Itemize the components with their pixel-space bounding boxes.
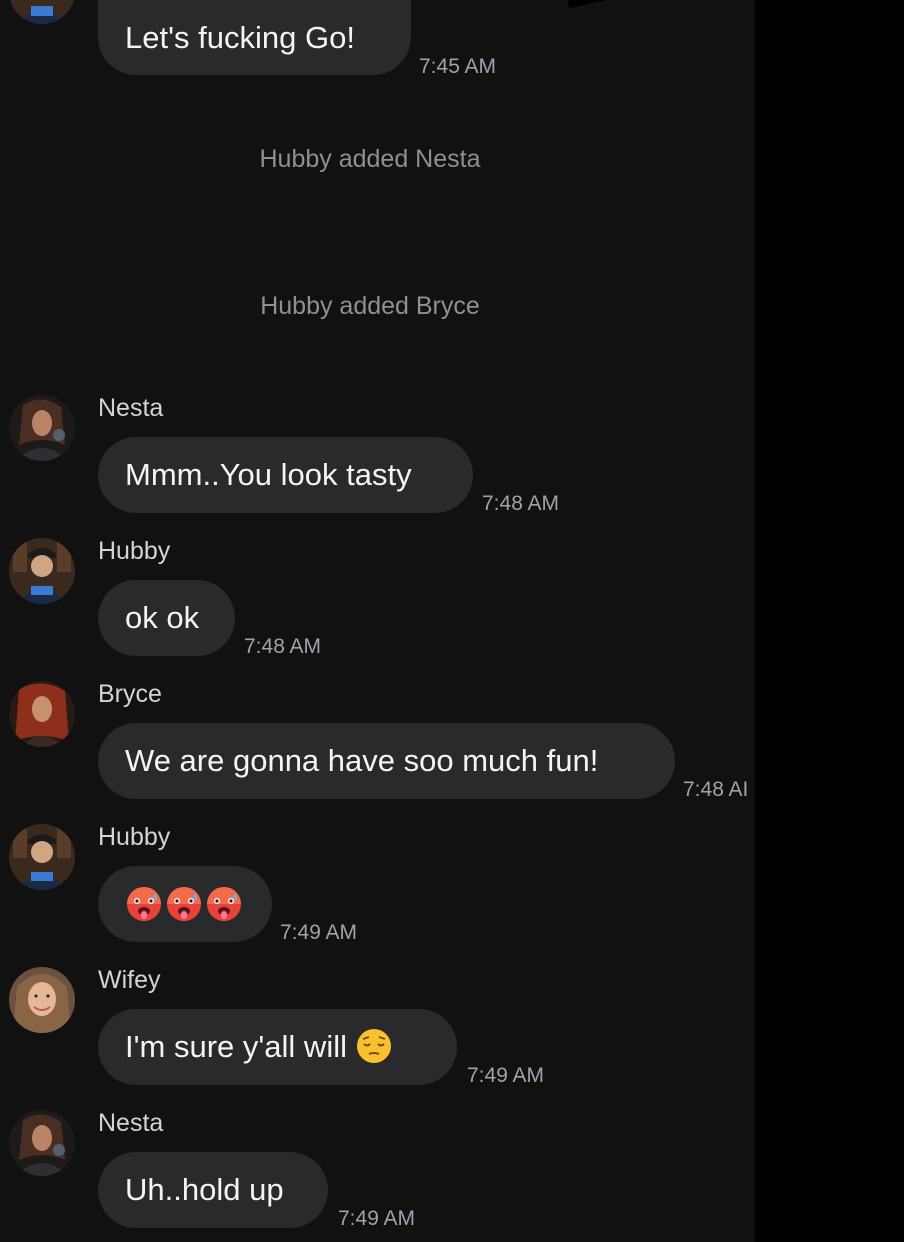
avatar-hubby[interactable] — [9, 824, 75, 890]
message-bubble[interactable]: I'm sure y'all will — [98, 1009, 457, 1085]
avatar-wifey[interactable] — [9, 967, 75, 1033]
avatar-hubby[interactable] — [9, 0, 75, 24]
message-time: 7:48 AI — [683, 778, 749, 801]
message-text: I'm sure y'all will — [125, 1029, 347, 1064]
hot-face-emoji — [125, 885, 163, 923]
message-bubble[interactable]: Let's fucking Go! — [98, 0, 411, 75]
sender-name: Hubby — [98, 823, 171, 851]
pensive-face-emoji — [355, 1027, 393, 1065]
system-notice: Hubby added Bryce — [260, 292, 480, 320]
message-time: 7:45 AM — [419, 55, 497, 78]
sender-name: Nesta — [98, 1109, 164, 1137]
message-bubble[interactable]: Uh..hold up — [98, 1152, 328, 1228]
message-bubble[interactable] — [98, 866, 272, 942]
message-time: 7:49 AM — [338, 1207, 416, 1230]
corner-artifact — [567, 0, 609, 9]
avatar-nesta[interactable] — [9, 1110, 75, 1176]
message-text: ok ok — [125, 600, 200, 635]
message-text: Let's fucking Go! — [125, 20, 355, 55]
system-notice: Hubby added Nesta — [259, 145, 481, 173]
avatar-bryce[interactable] — [9, 681, 75, 747]
message-time: 7:49 AM — [467, 1064, 545, 1087]
message-bubble[interactable]: We are gonna have soo much fun! — [98, 723, 675, 799]
message-time: 7:49 AM — [280, 921, 358, 944]
message-time: 7:48 AM — [244, 635, 322, 658]
message-text: Uh..hold up — [125, 1172, 284, 1207]
message-text: Mmm..You look tasty — [125, 457, 412, 492]
hot-face-emoji — [205, 885, 243, 923]
sender-name: Wifey — [98, 966, 161, 994]
avatar-nesta[interactable] — [9, 395, 75, 461]
sender-name: Bryce — [98, 680, 162, 708]
sender-name: Nesta — [98, 394, 164, 422]
hot-face-emoji — [165, 885, 203, 923]
message-text: We are gonna have soo much fun! — [125, 743, 599, 778]
message-bubble[interactable]: ok ok — [98, 580, 235, 656]
avatar-hubby[interactable] — [9, 538, 75, 604]
side-strip — [755, 0, 904, 1242]
message-time: 7:48 AM — [482, 492, 560, 515]
chat-panel[interactable]: Let's fucking Go! 7:45 AM Hubby added Ne… — [0, 0, 755, 1242]
message-bubble[interactable]: Mmm..You look tasty — [98, 437, 473, 513]
sender-name: Hubby — [98, 537, 171, 565]
